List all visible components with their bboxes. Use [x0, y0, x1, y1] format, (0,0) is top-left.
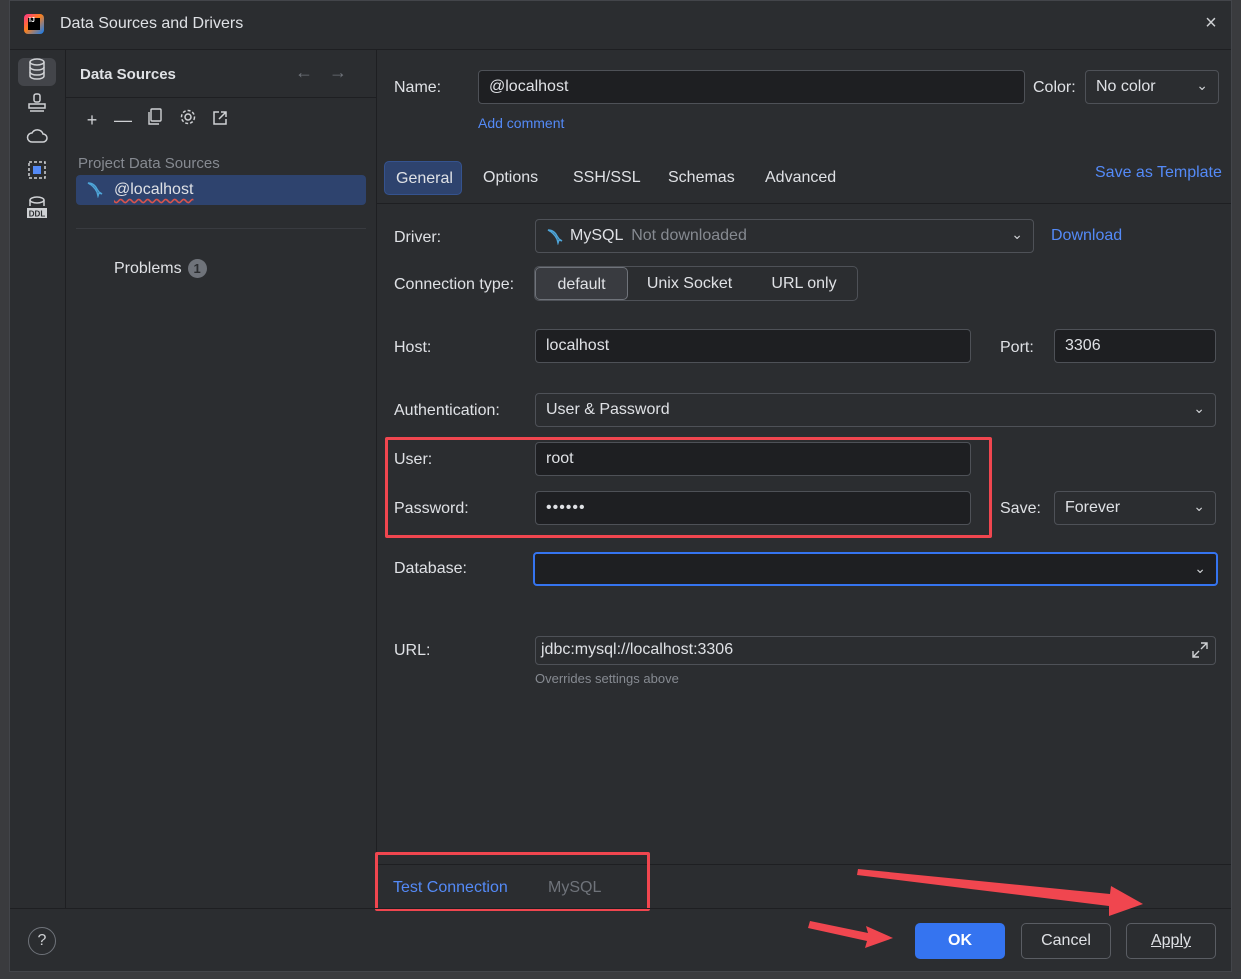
svg-text:DDL: DDL — [29, 210, 46, 219]
schema-select-icon[interactable] — [18, 160, 56, 188]
url-field[interactable]: jdbc:mysql://localhost:3306 — [535, 636, 1216, 665]
tab-options[interactable]: Options — [472, 161, 549, 195]
download-link[interactable]: Download — [1051, 227, 1122, 245]
problems-count-badge: 1 — [187, 259, 207, 278]
add-comment-link[interactable]: Add comment — [478, 115, 564, 131]
cloud-icon[interactable] — [18, 126, 56, 154]
remove-icon[interactable]: — — [111, 108, 135, 132]
chevron-down-icon: ⌄ — [1011, 226, 1023, 242]
driver-dropdown[interactable]: MySQL Not downloaded ⌄ — [535, 219, 1034, 253]
driver-label: Driver: — [394, 229, 442, 246]
database-icon[interactable] — [18, 58, 56, 86]
database-label: Database: — [394, 560, 467, 577]
dialog-footer: ? OK Cancel Apply — [10, 908, 1231, 973]
data-sources-panel: Data Sources ← → + — Project Data Source… — [66, 50, 377, 908]
save-value: Forever — [1065, 499, 1121, 516]
title-bar: IJ Data Sources and Drivers × — [10, 1, 1231, 50]
chevron-down-icon: ⌄ — [1194, 560, 1206, 576]
chevron-down-icon: ⌄ — [1196, 77, 1208, 93]
color-dropdown[interactable]: No color ⌄ — [1085, 70, 1219, 104]
duplicate-icon[interactable] — [143, 108, 167, 132]
problems-label: Problems — [114, 260, 182, 277]
mysql-dolphin-icon — [546, 227, 564, 250]
authentication-value: User & Password — [546, 401, 670, 418]
name-label: Name: — [394, 79, 442, 96]
url-value: jdbc:mysql://localhost:3306 — [541, 641, 734, 658]
name-field[interactable]: @localhost — [478, 70, 1025, 104]
cancel-button[interactable]: Cancel — [1021, 923, 1111, 959]
data-source-label: @localhost — [114, 181, 194, 198]
app-logo-icon: IJ — [24, 14, 44, 34]
connection-type-label: Connection type: — [394, 276, 515, 293]
save-as-template-link[interactable]: Save as Template — [1095, 164, 1222, 182]
color-value: No color — [1096, 78, 1156, 95]
driver-status: Not downloaded — [631, 227, 747, 244]
host-field[interactable]: localhost — [535, 329, 971, 363]
data-sources-dialog: IJ Data Sources and Drivers × DDL Data S… — [9, 0, 1232, 972]
url-hint: Overrides settings above — [535, 671, 679, 686]
tab-advanced[interactable]: Advanced — [754, 161, 847, 195]
url-label: URL: — [394, 642, 431, 659]
divider — [66, 97, 376, 98]
divider — [76, 228, 366, 229]
authentication-dropdown[interactable]: User & Password ⌄ — [535, 393, 1216, 427]
annotation-highlight-test-connection — [375, 852, 650, 911]
open-external-icon[interactable] — [208, 108, 232, 132]
problems-item[interactable]: Problems 1 — [114, 259, 207, 278]
annotation-highlight-credentials — [385, 437, 992, 538]
host-label: Host: — [394, 339, 432, 356]
connection-type-selector: default Unix Socket URL only — [534, 266, 858, 301]
save-password-dropdown[interactable]: Forever ⌄ — [1054, 491, 1216, 525]
driver-name: MySQL — [570, 227, 623, 244]
database-dropdown[interactable]: ⌄ — [533, 552, 1218, 586]
conn-type-unix-socket[interactable]: Unix Socket — [638, 267, 741, 300]
conn-type-url-only[interactable]: URL only — [759, 267, 849, 300]
conn-type-default[interactable]: default — [535, 267, 628, 300]
chevron-down-icon: ⌄ — [1193, 498, 1205, 514]
back-arrow-icon[interactable]: ← — [295, 62, 313, 83]
close-icon[interactable]: × — [1199, 11, 1223, 35]
forward-arrow-icon[interactable]: → — [329, 62, 347, 83]
expand-icon[interactable] — [1191, 641, 1209, 664]
save-label: Save: — [1000, 500, 1041, 517]
settings-gear-icon[interactable] — [176, 108, 200, 132]
authentication-label: Authentication: — [394, 402, 500, 419]
add-icon[interactable]: + — [80, 108, 104, 132]
tab-schemas[interactable]: Schemas — [657, 161, 746, 195]
driver-stamp-icon[interactable] — [18, 92, 56, 120]
color-label: Color: — [1033, 79, 1076, 96]
data-source-item-localhost[interactable]: @localhost — [76, 175, 366, 205]
help-icon[interactable]: ? — [28, 927, 56, 955]
mysql-dolphin-icon — [86, 180, 104, 202]
panel-title: Data Sources — [80, 66, 176, 83]
port-label: Port: — [1000, 339, 1034, 356]
category-icon-bar: DDL — [10, 50, 66, 908]
tab-divider — [377, 203, 1231, 204]
ok-button[interactable]: OK — [915, 923, 1005, 959]
ddl-icon[interactable]: DDL — [18, 196, 56, 224]
window-title: Data Sources and Drivers — [60, 15, 244, 32]
apply-button[interactable]: Apply — [1126, 923, 1216, 959]
section-label: Project Data Sources — [78, 155, 220, 172]
tab-ssh-ssl[interactable]: SSH/SSL — [562, 161, 652, 195]
port-field[interactable]: 3306 — [1054, 329, 1216, 363]
chevron-down-icon: ⌄ — [1193, 400, 1205, 416]
connection-settings-panel: Name: @localhost Color: No color ⌄ Add c… — [375, 50, 1231, 911]
tab-general[interactable]: General — [384, 161, 462, 195]
